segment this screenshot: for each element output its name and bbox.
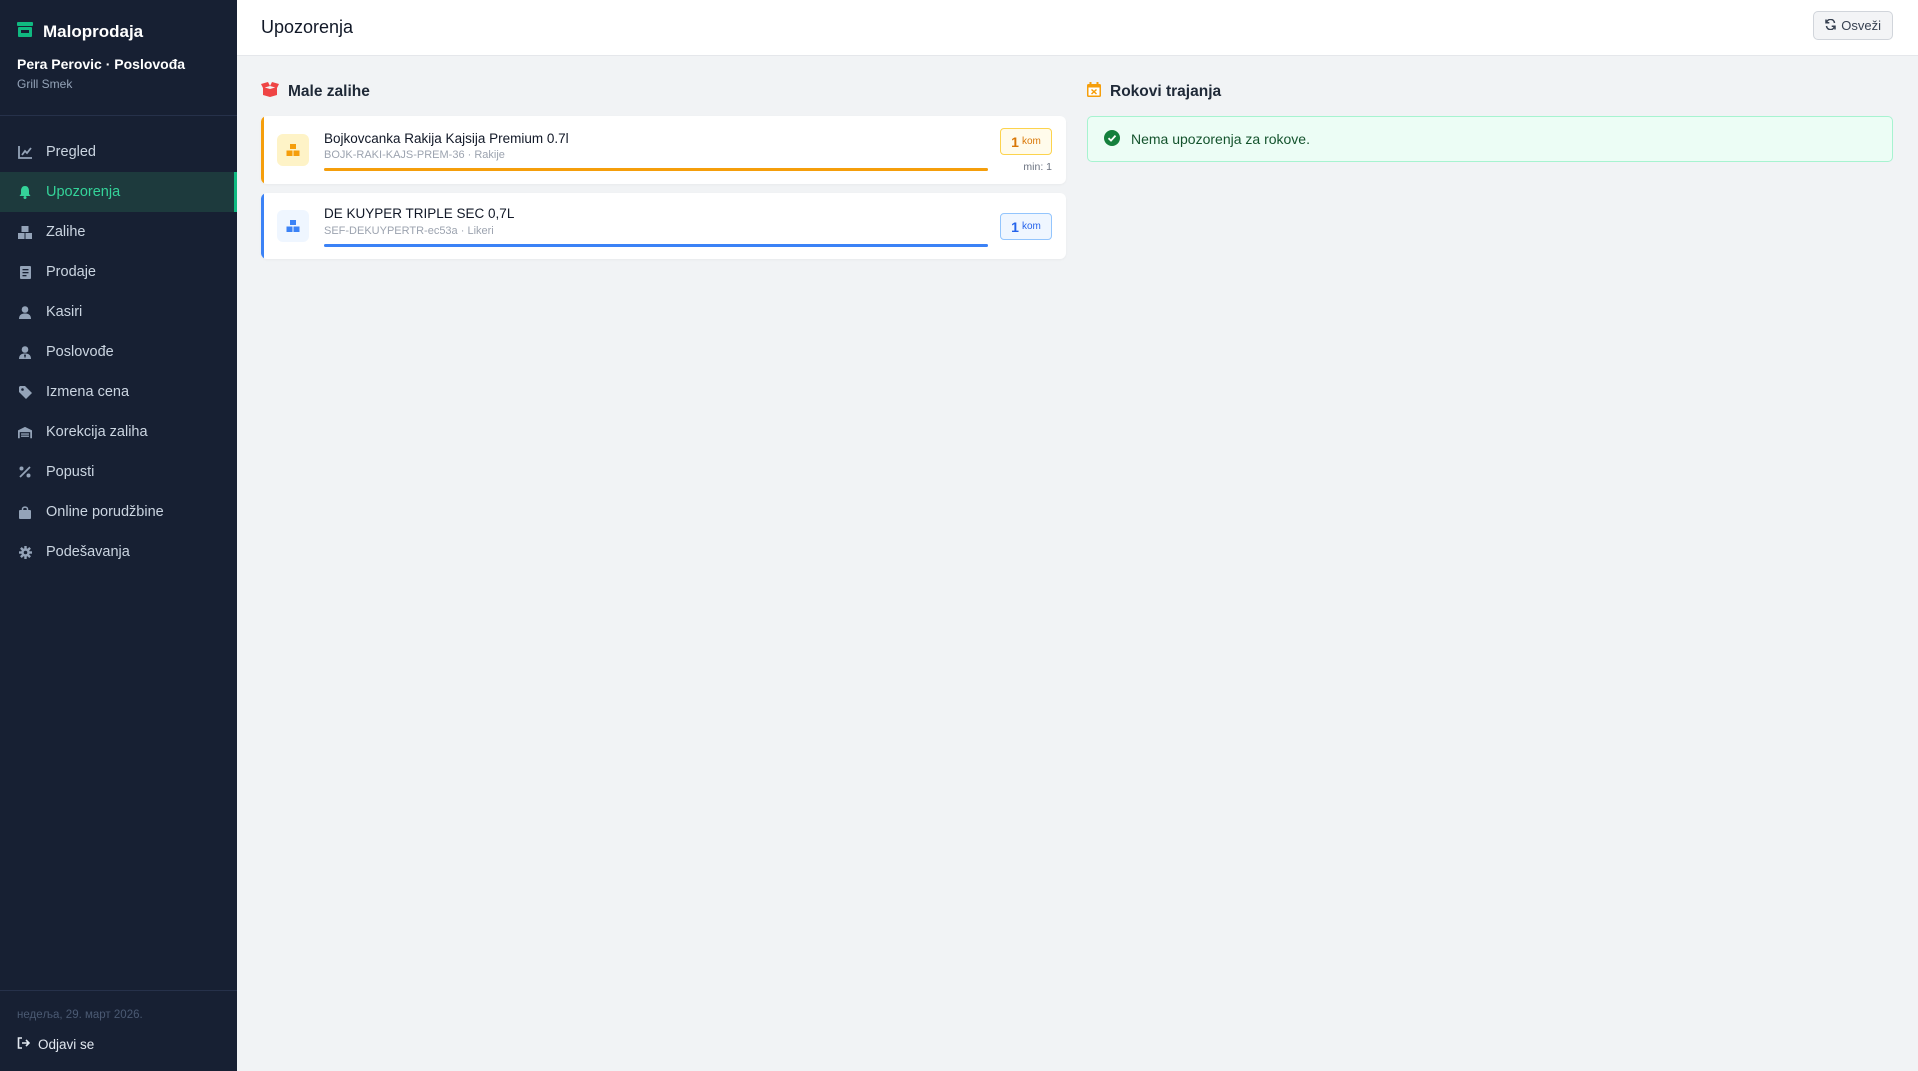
item-meta: BOJK-RAKI-KAJS-PREM-36 · Rakije: [324, 149, 505, 161]
box-open-icon: [261, 82, 279, 102]
shopping-bag-icon: [18, 505, 32, 519]
calendar-x-icon: [1087, 82, 1101, 102]
stock-level-fill: [324, 244, 988, 247]
low-stock-item[interactable]: DE KUYPER TRIPLE SEC 0,7L SEF-DEKUYPERTR…: [261, 193, 1066, 259]
boxes-icon: [277, 210, 309, 242]
user-name: Pera Perovic · Poslovođa: [17, 56, 186, 72]
min-stock-label: min: 1: [1023, 161, 1052, 173]
expiry-empty-text: Nema upozorenja za rokove.: [1131, 131, 1310, 147]
sidebar-item-izmena-cena[interactable]: Izmena cena: [0, 372, 237, 412]
warehouse-icon: [18, 425, 32, 439]
item-meta: SEF-DEKUYPERTR-ec53a · Likeri: [324, 225, 494, 237]
stock-level-fill: [324, 168, 988, 171]
sign-out-icon: [17, 1037, 31, 1052]
sidebar-item-pregled[interactable]: Pregled: [0, 132, 237, 172]
app-title: Maloprodaja: [43, 22, 144, 41]
qty-value: 1: [1011, 133, 1019, 150]
item-name: Bojkovcanka Rakija Kajsija Premium 0.7l: [324, 131, 569, 146]
sidebar-item-upozorenja[interactable]: Upozorenja: [0, 172, 237, 212]
user-shop: Grill Smek: [17, 77, 73, 91]
refresh-label: Osveži: [1841, 18, 1881, 33]
gear-icon: [18, 545, 32, 559]
sidebar: Maloprodaja Pera Perovic · Poslovođa Gri…: [0, 0, 237, 1071]
qty-unit: kom: [1021, 136, 1041, 147]
sidebar-item-podesavanja[interactable]: Podešavanja: [0, 532, 237, 572]
top-header: Upozorenja Osveži: [237, 0, 1918, 56]
sidebar-item-label: Korekcija zaliha: [46, 424, 148, 440]
current-date: недеља, 29. март 2026.: [17, 1009, 143, 1021]
sidebar-item-label: Podešavanja: [46, 544, 130, 560]
sidebar-item-poslovode[interactable]: Poslovođe: [0, 332, 237, 372]
boxes-icon: [18, 225, 32, 239]
chart-line-icon: [18, 145, 32, 159]
stock-level-bar: [324, 244, 988, 247]
sidebar-item-korekcija-zaliha[interactable]: Korekcija zaliha: [0, 412, 237, 452]
store-icon: [17, 22, 33, 42]
refresh-icon: [1825, 18, 1837, 33]
sidebar-item-label: Kasiri: [46, 304, 83, 320]
sidebar-nav: Pregled Upozorenja Zalihe Prodaje Kasiri…: [0, 132, 237, 572]
expiry-title: Rokovi trajanja: [1110, 83, 1222, 100]
low-stock-title: Male zalihe: [288, 83, 370, 100]
refresh-button[interactable]: Osveži: [1813, 11, 1893, 40]
item-name: DE KUYPER TRIPLE SEC 0,7L: [324, 206, 515, 221]
qty-badge: 1 kom: [1000, 213, 1052, 240]
sidebar-item-label: Popusti: [46, 464, 95, 480]
logout-label: Odjavi se: [38, 1037, 95, 1052]
user-icon: [18, 305, 32, 319]
sidebar-item-label: Izmena cena: [46, 384, 130, 400]
receipt-icon: [18, 265, 32, 279]
sidebar-item-label: Zalihe: [46, 224, 86, 240]
stock-level-bar: [324, 168, 988, 171]
boxes-icon: [277, 134, 309, 166]
brand[interactable]: Maloprodaja: [17, 22, 143, 42]
qty-value: 1: [1011, 218, 1019, 235]
item-accent-bar: [261, 193, 264, 259]
percent-icon: [18, 465, 32, 479]
tag-icon: [18, 385, 32, 399]
sidebar-item-label: Upozorenja: [46, 184, 121, 200]
bell-icon: [18, 185, 32, 199]
page-title: Upozorenja: [261, 17, 354, 37]
sidebar-footer-divider: [0, 990, 237, 991]
logout-button[interactable]: Odjavi se: [17, 1037, 94, 1052]
qty-unit: kom: [1021, 221, 1041, 232]
sidebar-item-prodaje[interactable]: Prodaje: [0, 252, 237, 292]
expiry-heading: Rokovi trajanja: [1087, 82, 1221, 102]
sidebar-item-label: Pregled: [46, 144, 96, 160]
qty-badge: 1 kom: [1000, 128, 1052, 155]
sidebar-item-zalihe[interactable]: Zalihe: [0, 212, 237, 252]
sidebar-item-online-porudzbine[interactable]: Online porudžbine: [0, 492, 237, 532]
sidebar-item-label: Online porudžbine: [46, 504, 164, 520]
sidebar-item-label: Poslovođe: [46, 344, 114, 360]
sidebar-item-label: Prodaje: [46, 264, 96, 280]
sidebar-divider: [0, 115, 237, 116]
low-stock-item[interactable]: Bojkovcanka Rakija Kajsija Premium 0.7l …: [261, 116, 1066, 184]
low-stock-heading: Male zalihe: [261, 82, 370, 102]
item-accent-bar: [261, 116, 264, 184]
user-tie-icon: [18, 345, 32, 359]
expiry-empty-message: Nema upozorenja za rokove.: [1087, 116, 1893, 162]
sidebar-item-popusti[interactable]: Popusti: [0, 452, 237, 492]
check-circle-icon: [1104, 129, 1120, 149]
sidebar-item-kasiri[interactable]: Kasiri: [0, 292, 237, 332]
